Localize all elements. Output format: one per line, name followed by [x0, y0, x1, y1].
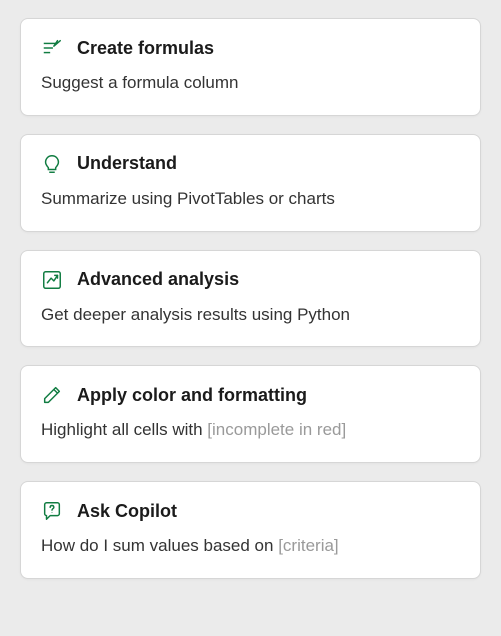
card-title: Ask Copilot: [77, 501, 177, 522]
card-advanced-analysis[interactable]: Advanced analysis Get deeper analysis re…: [20, 250, 481, 348]
card-desc-text: Get deeper analysis results using Python: [41, 305, 350, 324]
trend-icon: [41, 269, 63, 291]
card-desc-text: Highlight all cells with: [41, 420, 207, 439]
chat-question-icon: [41, 500, 63, 522]
card-description: Suggest a formula column: [41, 71, 460, 95]
formula-icon: [41, 37, 63, 59]
card-desc-placeholder: [criteria]: [278, 536, 338, 555]
card-understand[interactable]: Understand Summarize using PivotTables o…: [20, 134, 481, 232]
card-header: Advanced analysis: [41, 269, 460, 291]
card-desc-text: Summarize using PivotTables or charts: [41, 189, 335, 208]
card-description: Summarize using PivotTables or charts: [41, 187, 460, 211]
card-header: Ask Copilot: [41, 500, 460, 522]
card-ask-copilot[interactable]: Ask Copilot How do I sum values based on…: [20, 481, 481, 579]
card-header: Apply color and formatting: [41, 384, 460, 406]
card-title: Understand: [77, 153, 177, 174]
card-title: Apply color and formatting: [77, 385, 307, 406]
card-apply-formatting[interactable]: Apply color and formatting Highlight all…: [20, 365, 481, 463]
lightbulb-icon: [41, 153, 63, 175]
card-desc-placeholder: [incomplete in red]: [207, 420, 346, 439]
pencil-icon: [41, 384, 63, 406]
card-header: Understand: [41, 153, 460, 175]
card-title: Create formulas: [77, 38, 214, 59]
card-description: Get deeper analysis results using Python: [41, 303, 460, 327]
card-header: Create formulas: [41, 37, 460, 59]
card-title: Advanced analysis: [77, 269, 239, 290]
card-description: Highlight all cells with [incomplete in …: [41, 418, 460, 442]
card-create-formulas[interactable]: Create formulas Suggest a formula column: [20, 18, 481, 116]
card-desc-text: How do I sum values based on: [41, 536, 278, 555]
card-description: How do I sum values based on [criteria]: [41, 534, 460, 558]
card-desc-text: Suggest a formula column: [41, 73, 239, 92]
